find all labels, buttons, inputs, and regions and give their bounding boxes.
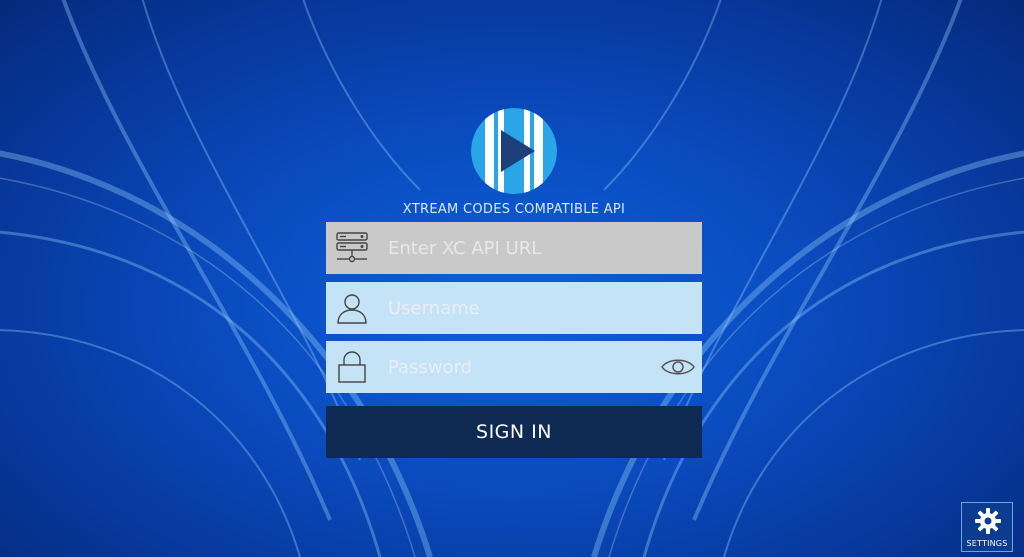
eye-icon[interactable]: [660, 353, 696, 381]
password-input[interactable]: [388, 341, 658, 393]
username-input[interactable]: [388, 282, 658, 334]
lock-icon: [338, 351, 366, 383]
user-icon: [337, 294, 367, 324]
settings-label: SETTINGS: [966, 539, 1008, 548]
background-light-streaks: [0, 0, 1024, 557]
url-input[interactable]: [388, 222, 658, 274]
sign-in-button[interactable]: SIGN IN: [326, 406, 702, 458]
gear-icon: [975, 508, 1001, 534]
settings-button[interactable]: SETTINGS: [961, 502, 1013, 552]
server-icon: [336, 232, 368, 263]
username-field[interactable]: [326, 282, 702, 334]
play-logo-icon: [471, 108, 557, 194]
api-title: XTREAM CODES COMPATIBLE API: [402, 202, 626, 217]
password-field[interactable]: [326, 341, 702, 393]
url-field[interactable]: [326, 222, 702, 274]
